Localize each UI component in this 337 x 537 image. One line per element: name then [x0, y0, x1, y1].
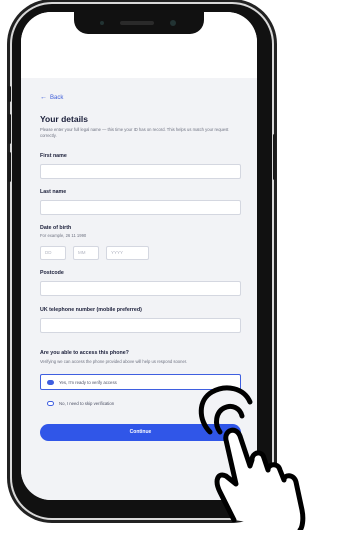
- phone-volume-down-button: [8, 152, 11, 182]
- phone-field[interactable]: [40, 318, 241, 333]
- verification-description: Verifying we can access the phone provid…: [40, 359, 188, 364]
- page-intro: Please enter your full legal name — this…: [40, 127, 229, 138]
- first-name-field[interactable]: [40, 164, 241, 179]
- postcode-field[interactable]: [40, 281, 241, 296]
- postcode-label: Postcode: [40, 270, 64, 276]
- dob-label: Date of birth: [40, 225, 72, 231]
- dob-day-input[interactable]: DD: [40, 246, 66, 260]
- back-link[interactable]: ← Back: [40, 94, 63, 101]
- phone-volume-up-button: [8, 114, 11, 144]
- front-camera: [170, 20, 176, 26]
- verification-question: Are you able to access this phone?: [40, 350, 129, 356]
- sensor-dot: [100, 21, 104, 25]
- toggle-on-icon: [47, 379, 54, 385]
- phone-notch: [74, 12, 204, 34]
- dob-month-input[interactable]: MM: [73, 246, 99, 260]
- phone-power-button: [273, 134, 276, 180]
- option-label: Yes, I'm ready to verify access: [59, 379, 117, 385]
- hand-pointer-icon: [198, 385, 306, 530]
- toggle-off-icon: [47, 400, 54, 406]
- last-name-field[interactable]: [40, 200, 241, 215]
- option-label: No, I need to skip verification: [59, 400, 115, 406]
- dob-hint: For example, 26 11 1990: [40, 233, 87, 238]
- phone-side-button: [8, 86, 11, 102]
- earpiece-speaker: [120, 21, 154, 25]
- first-name-label: First name: [40, 153, 67, 159]
- page-title: Your details: [40, 114, 89, 124]
- last-name-label: Last name: [40, 189, 67, 195]
- arrow-left-icon: ←: [40, 94, 47, 101]
- phone-label: UK telephone number (mobile preferred): [40, 307, 142, 313]
- dob-year-input[interactable]: YYYY: [106, 246, 149, 260]
- back-label: Back: [50, 94, 64, 101]
